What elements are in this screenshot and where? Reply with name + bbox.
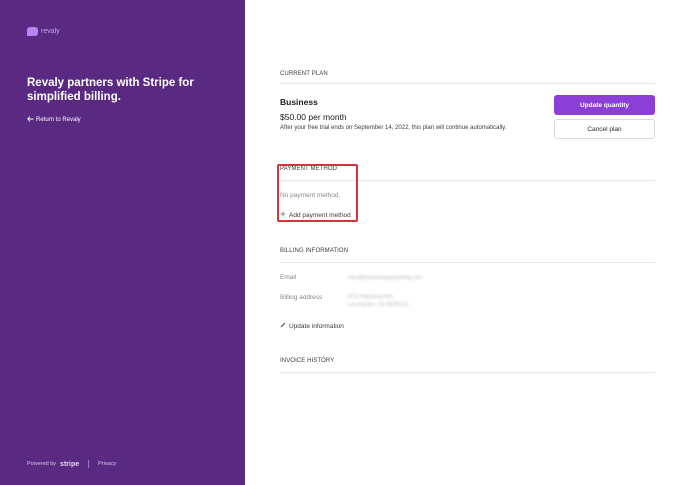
pencil-icon (280, 322, 286, 330)
current-plan-title: CURRENT PLAN (280, 71, 328, 77)
sidebar: revaly Revaly partners with Stripe for s… (0, 0, 245, 485)
email-label: Email (280, 274, 297, 281)
sidebar-headline: Revaly partners with Stripe for simplifi… (27, 77, 194, 103)
sidebar-footer: Powered by stripe Privacy (27, 460, 116, 468)
plan-name: Business (280, 97, 318, 107)
update-information-link[interactable]: Update information (280, 322, 344, 330)
current-plan-divider (280, 83, 655, 84)
cancel-plan-button[interactable]: Cancel plan (554, 119, 655, 139)
email-value: mike@hollywoodsignprinting.com (348, 275, 423, 281)
footer-divider (88, 460, 90, 468)
billing-address-line1: 6711 Hollywood Ave (348, 294, 393, 300)
plan-trial-note: After your free trial ends on September … (280, 125, 507, 131)
billing-address-line2: Los Angeles, CA 90028 US (348, 302, 409, 308)
return-to-revaly-link[interactable]: Return to Revaly (27, 116, 81, 124)
billing-address-label: Billing address (280, 294, 323, 301)
billing-information-title: BILLING INFORMATION (280, 248, 349, 254)
logo-icon (27, 27, 38, 36)
revaly-logo: revaly (27, 27, 60, 36)
stripe-logo[interactable]: stripe (60, 461, 79, 468)
plan-price: $50.00 per month (280, 112, 347, 122)
billing-information-divider (280, 262, 655, 263)
update-information-label: Update information (289, 322, 344, 330)
invoice-history-divider (280, 372, 655, 373)
arrow-left-icon (27, 116, 34, 124)
invoice-history-title: INVOICE HISTORY (280, 358, 335, 364)
powered-by-text: Powered by (27, 461, 57, 467)
update-quantity-button[interactable]: Update quantity (554, 95, 655, 115)
logo-text: revaly (41, 28, 60, 35)
payment-method-highlight (277, 164, 358, 222)
privacy-link[interactable]: Privacy (98, 461, 116, 467)
return-link-label: Return to Revaly (36, 117, 81, 123)
